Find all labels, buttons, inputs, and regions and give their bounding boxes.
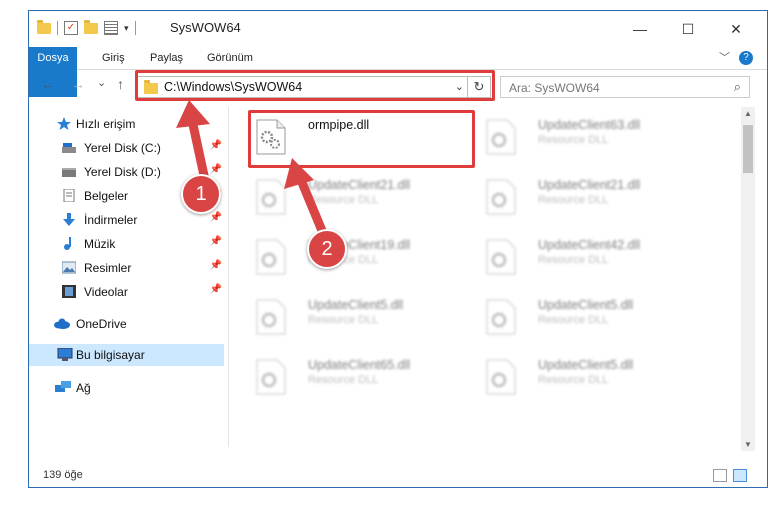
- step-2-badge: 2: [307, 229, 347, 269]
- step-1-badge: 1: [181, 174, 221, 214]
- arrow-1-shaft: [187, 115, 210, 185]
- annotation-arrows: [176, 100, 330, 243]
- arrow-2-head: [284, 158, 314, 189]
- arrow-1-head: [176, 100, 210, 128]
